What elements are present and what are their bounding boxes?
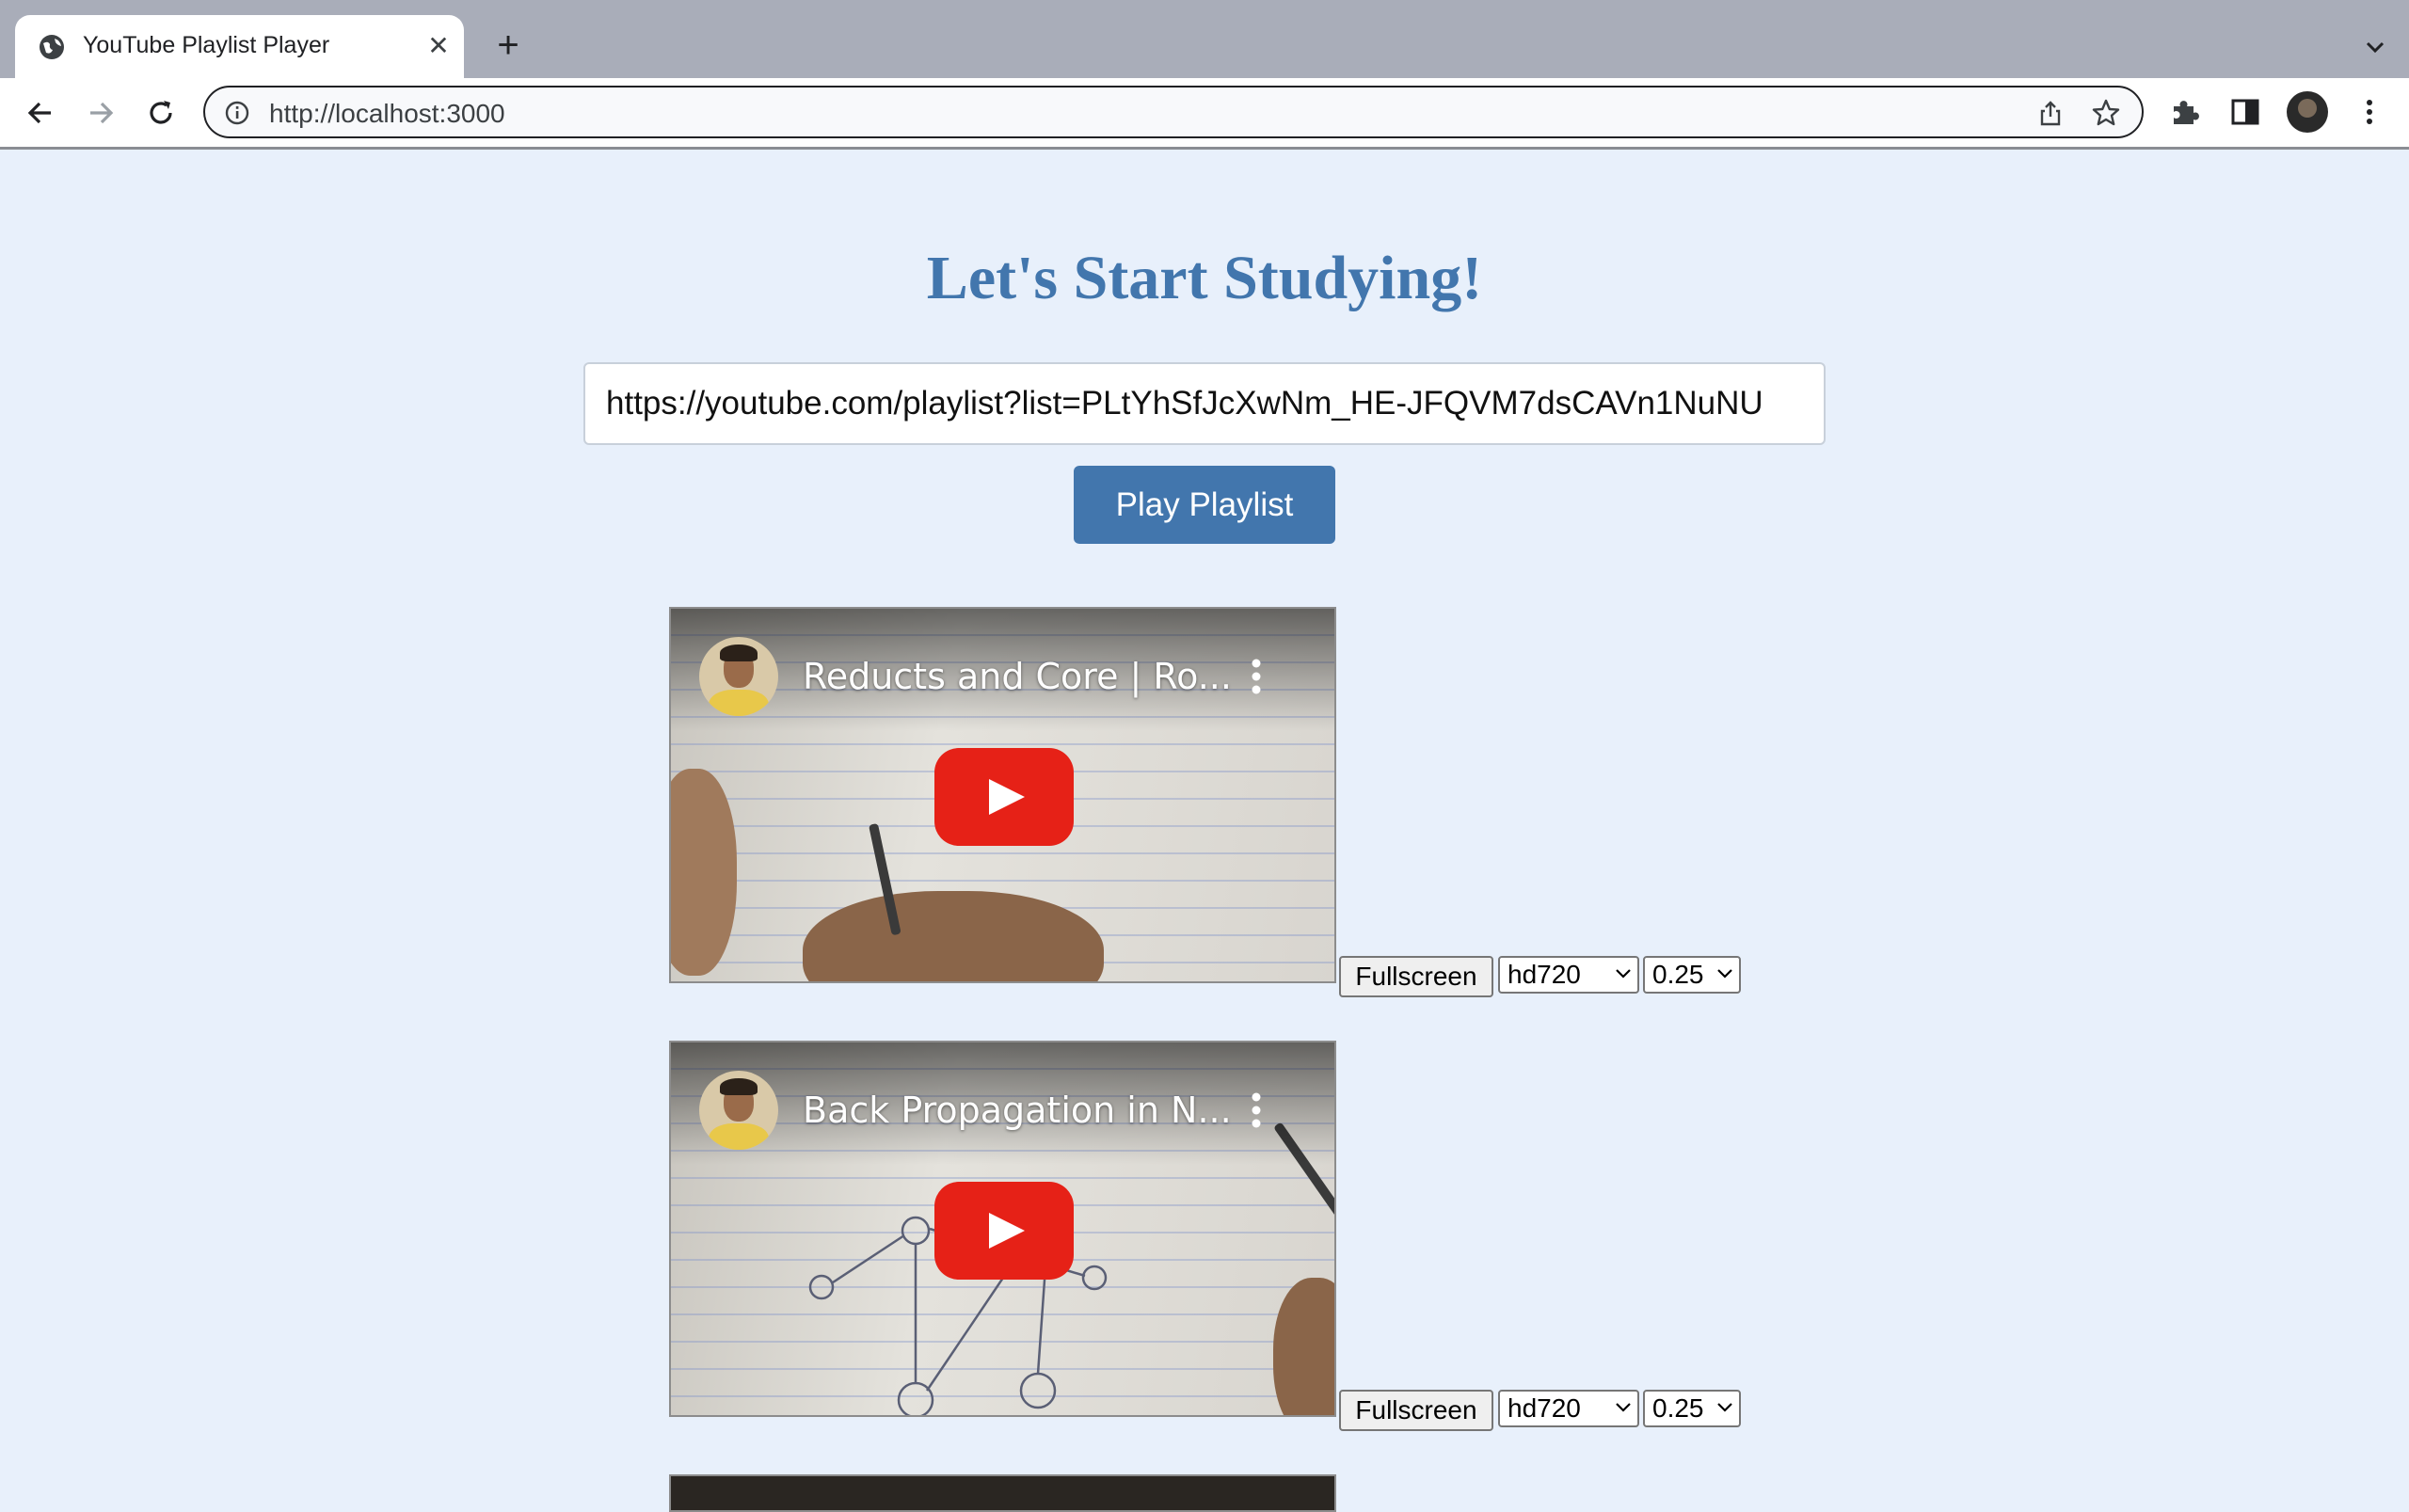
video-item: Back Propagation in N... Fullscreen hd72…: [669, 1041, 1742, 1436]
chevron-down-icon: [1717, 1403, 1732, 1412]
reload-icon[interactable]: [143, 95, 179, 131]
back-arrow-icon[interactable]: [23, 95, 58, 131]
playlist-url-input[interactable]: [583, 362, 1826, 445]
speed-select[interactable]: 0.25: [1643, 956, 1741, 994]
tab-title: YouTube Playlist Player: [83, 32, 330, 58]
play-playlist-button[interactable]: Play Playlist: [1074, 466, 1335, 544]
fullscreen-button[interactable]: Fullscreen: [1339, 956, 1493, 997]
chevron-down-icon: [1616, 969, 1631, 979]
bookmark-star-icon[interactable]: [2091, 98, 2121, 128]
close-tab-icon[interactable]: ✕: [423, 30, 455, 62]
address-url: http://localhost:3000: [269, 99, 505, 128]
video-player[interactable]: Reducts and Core | Ro...: [669, 607, 1336, 983]
globe-icon: [40, 35, 64, 59]
extensions-puzzle-icon[interactable]: [2168, 95, 2202, 129]
channel-avatar[interactable]: [699, 637, 778, 716]
browser-toolbar: http://localhost:3000: [0, 78, 2409, 150]
video-more-options-icon[interactable]: [1251, 658, 1262, 695]
quality-value: hd720: [1508, 960, 1581, 989]
browser-tab[interactable]: YouTube Playlist Player ✕: [15, 15, 464, 78]
browser-menu-icon[interactable]: [2353, 95, 2386, 129]
video-player[interactable]: [669, 1474, 1336, 1512]
thumbnail-hand: [671, 769, 737, 976]
video-item: Reducts and Core | Ro... Fullscreen hd72…: [669, 607, 1742, 1002]
tab-search-chevron-icon[interactable]: [2360, 32, 2390, 62]
quality-select[interactable]: hd720: [1498, 956, 1639, 994]
channel-avatar[interactable]: [699, 1071, 778, 1150]
youtube-play-icon[interactable]: [934, 1182, 1074, 1280]
browser-tab-strip: YouTube Playlist Player ✕ +: [0, 0, 2409, 78]
quality-value: hd720: [1508, 1393, 1581, 1423]
profile-avatar[interactable]: [2287, 91, 2328, 133]
video-title[interactable]: Back Propagation in N...: [803, 1090, 1232, 1131]
new-tab-icon[interactable]: +: [489, 26, 527, 66]
site-info-icon[interactable]: [224, 100, 250, 126]
speed-value: 0.25: [1652, 960, 1704, 989]
chevron-down-icon: [1616, 1403, 1631, 1412]
video-more-options-icon[interactable]: [1251, 1091, 1262, 1129]
quality-select[interactable]: hd720: [1498, 1390, 1639, 1427]
speed-value: 0.25: [1652, 1393, 1704, 1423]
address-bar[interactable]: http://localhost:3000: [203, 86, 2144, 138]
video-item: [669, 1474, 1742, 1512]
chevron-down-icon: [1717, 969, 1732, 979]
forward-arrow-icon[interactable]: [83, 95, 119, 131]
video-player[interactable]: Back Propagation in N...: [669, 1041, 1336, 1417]
video-title[interactable]: Reducts and Core | Ro...: [803, 656, 1232, 697]
fullscreen-button[interactable]: Fullscreen: [1339, 1390, 1493, 1431]
youtube-play-icon[interactable]: [934, 748, 1074, 846]
side-panel-icon[interactable]: [2228, 95, 2262, 129]
speed-select[interactable]: 0.25: [1643, 1390, 1741, 1427]
page-title: Let's Start Studying!: [926, 244, 1483, 312]
share-icon[interactable]: [2036, 99, 2065, 127]
